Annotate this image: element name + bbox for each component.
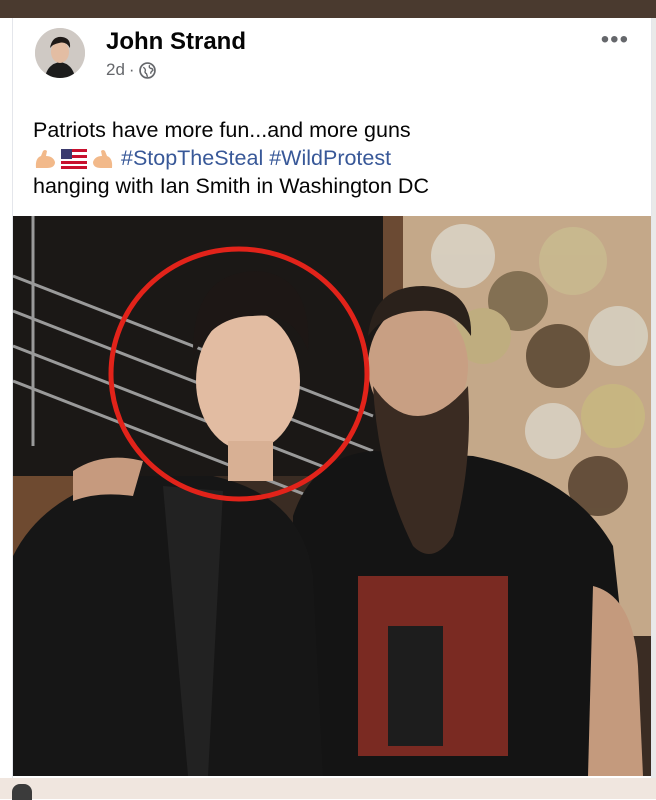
post-timestamp[interactable]: 2d [106,60,125,80]
flexed-biceps-emoji [35,150,55,169]
top-bar [0,0,656,18]
post-photo[interactable] [13,216,651,776]
bottom-strip [0,778,656,800]
globe-icon[interactable] [138,61,156,79]
meta-separator: · [128,60,135,79]
post-text-line-2: #StopTheSteal #WildProtest [33,144,633,172]
emoji-row [33,148,115,170]
post-text-line-3: hanging with Ian Smith in Washington DC [33,174,429,198]
post-text-line-1: Patriots have more fun...and more guns [33,118,411,142]
author-avatar[interactable] [35,28,85,78]
next-post-avatar-stub [12,784,32,800]
post-meta: 2d · [106,60,156,80]
more-options-button[interactable]: ••• [601,26,629,54]
photo-image [13,216,651,776]
author-name[interactable]: John Strand [106,28,246,56]
hashtag-stop-the-steal[interactable]: #StopTheSteal [121,146,263,170]
us-flag-emoji [61,149,87,170]
hashtag-wild-protest[interactable]: #WildProtest [269,146,391,170]
post-card: John Strand 2d · ••• Patriots have more … [12,18,652,778]
flexed-biceps-emoji [93,150,113,169]
avatar-image [35,28,85,78]
post-text: Patriots have more fun...and more guns #… [33,116,633,200]
